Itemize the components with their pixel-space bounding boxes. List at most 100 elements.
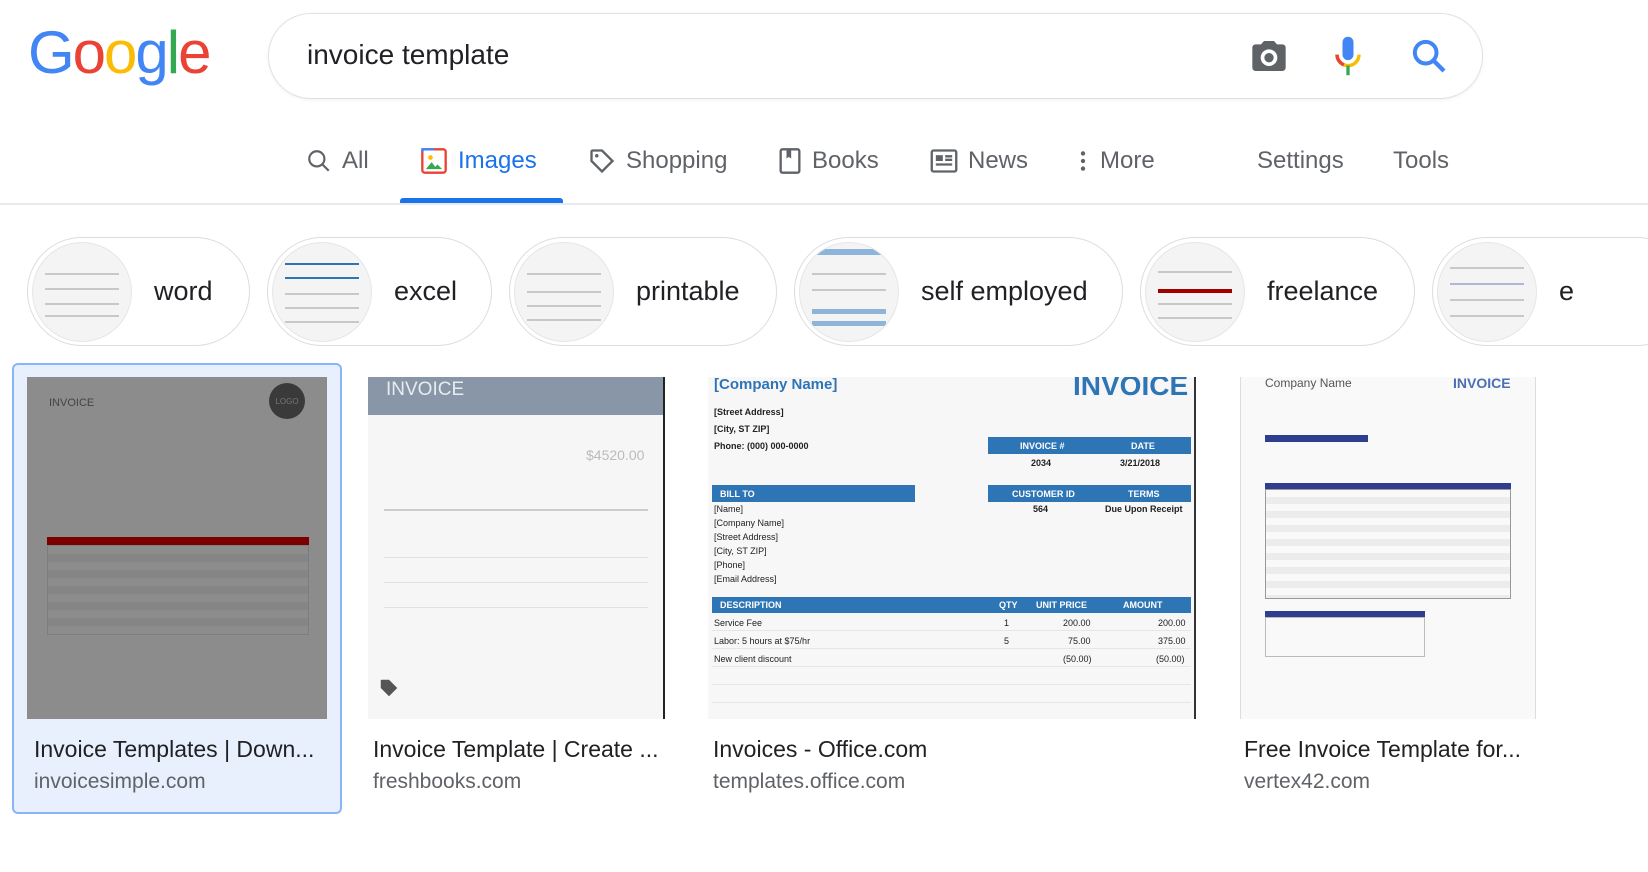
thumb-text: Phone: (000) 000-0000 [714, 441, 809, 451]
newspaper-icon [930, 149, 958, 173]
logo-letter: e [178, 19, 211, 86]
chip-e[interactable]: e [1432, 237, 1648, 346]
thumb-text: [Street Address] [714, 532, 779, 542]
thumb-text: [Street Address] [714, 407, 784, 417]
thumb-text: [City, ST ZIP] [714, 546, 767, 556]
thumb-text: 1 [1004, 618, 1010, 628]
chip-thumbnail [32, 241, 132, 342]
thumb-text: 200.00 [1158, 618, 1186, 628]
thumb-text: INVOICE # [1020, 441, 1065, 451]
thumb-text: AMOUNT [1123, 600, 1163, 610]
result-image[interactable]: INVOICE LOGO [27, 377, 327, 719]
result-image[interactable]: INVOICE $4520.00 [368, 377, 665, 719]
result-title[interactable]: Invoice Templates | Down... [34, 736, 314, 763]
chip-label: freelance [1267, 276, 1379, 306]
divider [0, 203, 1648, 205]
result-title[interactable]: Invoice Template | Create ... [373, 736, 659, 763]
thumb-logo: LOGO [269, 383, 305, 419]
thumb-text: (50.00) [1063, 654, 1092, 664]
logo-letter: l [166, 19, 180, 86]
result-title[interactable]: Free Invoice Template for... [1244, 736, 1521, 763]
thumb-text: 200.00 [1063, 618, 1091, 628]
result-domain[interactable]: templates.office.com [713, 770, 905, 794]
more-vertical-icon [1080, 151, 1086, 171]
chip-thumbnail [514, 241, 614, 342]
thumb-text: [Name] [714, 504, 744, 514]
tools-link[interactable]: Tools [1393, 143, 1449, 179]
thumb-text: DATE [1131, 441, 1155, 451]
chip-freelance[interactable]: freelance [1140, 237, 1415, 346]
thumb-text: [Company Name] [714, 518, 785, 528]
microphone-icon[interactable] [1331, 34, 1365, 78]
thumb-text: (50.00) [1156, 654, 1185, 664]
thumb-heading: INVOICE [386, 379, 465, 400]
thumb-company: Company Name [1265, 377, 1352, 390]
thumb-total: $4520.00 [586, 447, 645, 463]
thumb-text: [Email Address] [714, 574, 777, 584]
thumb-text: QTY [999, 600, 1018, 610]
thumb-text: TERMS [1128, 489, 1160, 499]
search-input[interactable]: invoice template [307, 39, 509, 71]
thumb-text: 5 [1004, 636, 1010, 646]
chip-thumbnail [1437, 241, 1537, 342]
logo-letter: G [28, 19, 75, 86]
image-icon [421, 148, 447, 174]
search-icon [308, 150, 330, 172]
thumb-text: Due Upon Receipt [1105, 504, 1183, 514]
chip-thumbnail [1145, 241, 1245, 342]
result-image[interactable]: Company Name INVOICE [1240, 377, 1536, 719]
chip-label: word [154, 276, 213, 306]
tab-label: Shopping [626, 147, 728, 174]
result-domain[interactable]: invoicesimple.com [34, 770, 206, 794]
tag-icon [590, 149, 615, 174]
tab-label: More [1100, 147, 1155, 174]
thumb-text: CUSTOMER ID [1012, 489, 1075, 499]
chip-thumbnail [272, 241, 372, 342]
tab-images[interactable]: Images [420, 143, 537, 179]
thumb-heading: INVOICE [1073, 377, 1189, 401]
thumb-text: 564 [1033, 504, 1049, 514]
thumb-heading: INVOICE [49, 397, 95, 409]
chip-excel[interactable]: excel [267, 237, 492, 346]
thumb-company: [Company Name] [714, 377, 838, 393]
camera-icon[interactable] [1249, 36, 1289, 76]
chip-printable[interactable]: printable [509, 237, 777, 346]
tab-all[interactable]: All [306, 143, 369, 179]
chip-self-employed[interactable]: self employed [794, 237, 1123, 346]
result-domain[interactable]: vertex42.com [1244, 770, 1370, 794]
tab-news[interactable]: News [930, 143, 1028, 179]
thumb-text: New client discount [714, 654, 792, 664]
settings-link[interactable]: Settings [1257, 143, 1344, 179]
google-logo[interactable]: Google [28, 18, 212, 87]
tab-books[interactable]: Books [778, 143, 879, 179]
thumb-table-header [712, 597, 1191, 613]
tab-label: All [342, 147, 369, 174]
tab-shopping[interactable]: Shopping [588, 143, 727, 179]
tab-more[interactable]: More [1076, 143, 1155, 179]
chip-label: self employed [921, 276, 1088, 306]
thumb-text: Labor: 5 hours at $75/hr [714, 636, 811, 646]
tab-label: Books [812, 147, 879, 174]
thumb-table-header [47, 537, 309, 545]
search-box[interactable]: invoice template [268, 13, 1483, 99]
thumb-text: [City, ST ZIP] [714, 424, 770, 434]
thumb-text: 75.00 [1068, 636, 1091, 646]
tab-label: News [968, 147, 1029, 174]
thumb-text: Service Fee [714, 618, 763, 628]
thumb-text: 2034 [1031, 458, 1052, 468]
tab-label: Images [458, 147, 537, 174]
result-domain[interactable]: freshbooks.com [373, 770, 521, 794]
logo-letter: g [135, 19, 168, 86]
chip-word[interactable]: word [27, 237, 250, 346]
logo-letter: o [104, 19, 137, 86]
thumb-text: 3/21/2018 [1120, 458, 1161, 468]
thumb-text: BILL TO [720, 489, 755, 499]
thumb-text: [Phone] [714, 560, 746, 570]
search-icon[interactable] [1409, 36, 1449, 76]
thumb-text: UNIT PRICE [1036, 600, 1088, 610]
result-title[interactable]: Invoices - Office.com [713, 736, 927, 763]
thumb-text: 375.00 [1158, 636, 1186, 646]
thumb-heading: INVOICE [1453, 377, 1511, 391]
chip-label: printable [636, 276, 740, 306]
result-image[interactable]: [Company Name] INVOICE [Street Address] … [708, 377, 1196, 719]
